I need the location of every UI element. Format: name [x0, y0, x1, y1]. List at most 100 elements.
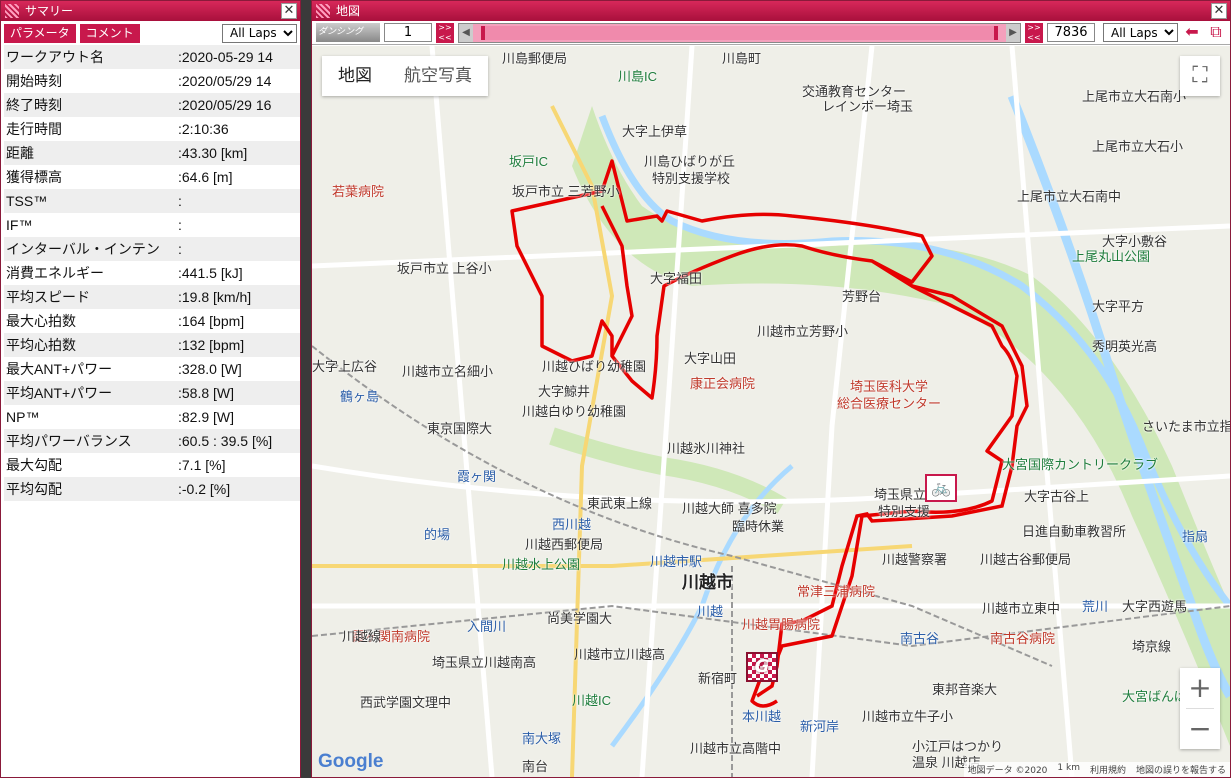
goal-marker[interactable]: G	[746, 652, 778, 682]
map-place-label[interactable]: 大字平方	[1092, 296, 1144, 315]
map-place-label[interactable]: 特別支援学校	[652, 168, 730, 187]
map-place-label[interactable]: 西武学園文理中	[360, 692, 451, 711]
external-link-icon[interactable]: ⧉	[1206, 22, 1226, 43]
map-place-label[interactable]: 康正会病院	[690, 373, 755, 392]
bike-start-marker[interactable]: 🚲	[925, 474, 957, 502]
map-place-label[interactable]: 新宿町	[698, 668, 737, 687]
map-type-roadmap[interactable]: 地図	[322, 56, 388, 96]
map-place-label[interactable]: 川島IC	[618, 66, 657, 85]
zoom-out-button[interactable]: −	[1180, 709, 1220, 749]
map-place-label[interactable]: 坂戸IC	[509, 151, 548, 170]
tab-parameters[interactable]: パラメータ	[4, 23, 76, 43]
step-back-icon[interactable]: <<	[1025, 32, 1043, 43]
map-place-label[interactable]: 臨時休業	[732, 516, 784, 535]
map-place-label[interactable]: 上尾市立大石小	[1092, 136, 1183, 155]
map-place-label[interactable]: 川越ひばり幼稚園	[542, 356, 646, 375]
map-place-label[interactable]: 川越水上公園	[502, 554, 580, 573]
map-place-label[interactable]: さいたま市立指	[1142, 416, 1230, 435]
map-titlebar[interactable]: 地図 ✕	[312, 1, 1230, 21]
map-view[interactable]: 川島郵便局 川島町 川島IC 交通教育センター レインボー埼玉 上尾市立大石南小 上尾市立大…	[312, 46, 1230, 777]
map-place-label[interactable]: 坂戸市立 上谷小	[397, 258, 492, 277]
map-place-label[interactable]: 川越市立牛子小	[862, 706, 953, 725]
map-place-label[interactable]: 坂戸市立 三芳野小	[512, 181, 620, 200]
slider-right-arrow-icon[interactable]: ▶	[1006, 23, 1020, 42]
end-stepper[interactable]: >> <<	[1025, 22, 1043, 43]
map-place-label[interactable]: 大字山田	[684, 348, 736, 367]
map-place-label[interactable]: 東邦音楽大	[932, 679, 997, 698]
map-place-label[interactable]: 上尾市立大石南中	[1017, 186, 1121, 205]
map-place-label[interactable]: 川越IC	[572, 690, 611, 709]
map-place-label[interactable]: 埼京線	[1132, 636, 1171, 655]
fullscreen-icon[interactable]: ⛶	[1180, 56, 1220, 96]
map-place-label[interactable]: 指扇	[1182, 526, 1208, 545]
terms-link[interactable]: 利用規約	[1090, 763, 1126, 776]
map-place-label[interactable]: 川越市立高階中	[690, 738, 781, 757]
map-place-label[interactable]: レインボー埼玉	[822, 96, 913, 115]
map-place-label[interactable]: 入間川	[467, 616, 506, 635]
map-place-label[interactable]: 荒川	[1082, 596, 1108, 615]
map-place-label[interactable]: 川越古谷郵便局	[980, 549, 1071, 568]
map-place-label[interactable]: 埼玉県立川越南高	[432, 652, 536, 671]
map-place-label[interactable]: 川越市	[682, 568, 733, 593]
map-place-label[interactable]: 大字上伊草	[622, 121, 687, 140]
slider-range-bar[interactable]	[481, 25, 998, 40]
range-slider[interactable]: ◀ ▶	[458, 22, 1021, 43]
map-place-label[interactable]: 川越市立名細小	[402, 361, 493, 380]
map-place-label[interactable]: 大宮ばんぱ	[1122, 686, 1187, 705]
map-place-label[interactable]: 川越胃腸病院	[742, 614, 820, 633]
map-place-label[interactable]: 大字西遊馬	[1122, 596, 1187, 615]
map-place-label[interactable]: 川越	[697, 601, 723, 620]
map-place-label[interactable]: 川島郵便局	[502, 48, 567, 67]
step-back-icon[interactable]: <<	[436, 32, 454, 43]
map-place-label[interactable]: 東武東上線	[587, 493, 652, 512]
step-forward-icon[interactable]: >>	[436, 22, 454, 33]
start-index-field[interactable]: 1	[384, 23, 432, 42]
map-place-label[interactable]: 大字福田	[650, 268, 702, 287]
map-place-label[interactable]: 上尾市立大石南小	[1082, 86, 1186, 105]
map-place-label[interactable]: 川越氷川神社	[667, 438, 745, 457]
map-place-label[interactable]: 川越市立芳野小	[757, 321, 848, 340]
map-place-label[interactable]: 大字鯨井	[538, 381, 590, 400]
map-place-label[interactable]: 的場	[424, 524, 450, 543]
close-icon[interactable]: ✕	[281, 3, 297, 19]
map-place-label[interactable]: 新河岸	[800, 716, 839, 735]
map-place-label[interactable]: 霞ヶ関	[457, 466, 496, 485]
drag-grip-icon[interactable]	[316, 4, 330, 18]
map-place-label[interactable]: 尚美学園大	[547, 608, 612, 627]
map-place-label[interactable]: 東京国際大	[427, 418, 492, 437]
summary-titlebar[interactable]: サマリー ✕	[1, 1, 300, 21]
map-place-label[interactable]: 西川越	[552, 514, 591, 533]
map-place-label[interactable]: 総合医療センター	[837, 393, 941, 412]
map-place-label[interactable]: 川越警察署	[882, 549, 947, 568]
back-arrow-icon[interactable]: ⬅	[1182, 22, 1202, 43]
map-place-label[interactable]: 本川越	[742, 706, 781, 725]
map-place-label[interactable]: 川越市立東中	[982, 598, 1060, 617]
map-place-label[interactable]: 大字上広谷	[312, 356, 377, 375]
map-place-label[interactable]: 南古谷病院	[990, 628, 1055, 647]
map-place-label[interactable]: 南台	[522, 756, 548, 775]
map-place-label[interactable]: 芳野台	[842, 286, 881, 305]
map-place-label[interactable]: 川島町	[722, 48, 761, 67]
close-icon[interactable]: ✕	[1211, 3, 1227, 19]
map-place-label[interactable]: 大宮国際カントリークラブ	[1002, 454, 1158, 473]
map-type-satellite[interactable]: 航空写真	[388, 56, 488, 96]
map-place-label[interactable]: 秀明英光高	[1092, 336, 1157, 355]
drag-grip-icon[interactable]	[5, 4, 19, 18]
lap-select[interactable]: All Laps	[222, 23, 297, 43]
map-place-label[interactable]: 若葉病院	[332, 181, 384, 200]
dancing-mode-button[interactable]: ダンシング	[316, 23, 380, 42]
map-place-label[interactable]: 川越大師 喜多院	[682, 498, 777, 517]
tab-comments[interactable]: コメント	[79, 23, 140, 43]
report-error-link[interactable]: 地図の誤りを報告する	[1136, 763, 1226, 776]
map-place-label[interactable]: 川越線	[342, 626, 381, 645]
end-index-field[interactable]: 7836	[1047, 23, 1095, 42]
map-lap-select[interactable]: All Laps	[1103, 23, 1178, 42]
map-place-label[interactable]: 南大塚	[522, 728, 561, 747]
map-place-label[interactable]: 常津三浦病院	[797, 581, 875, 600]
map-place-label[interactable]: 川越西郵便局	[525, 534, 603, 553]
map-place-label[interactable]: 川越市立川越高	[574, 644, 665, 663]
map-place-label[interactable]: 特別支援	[878, 501, 930, 520]
map-place-label[interactable]: 川越白ゆり幼稚園	[522, 401, 626, 420]
map-place-label[interactable]: 大字小敷谷	[1102, 231, 1167, 250]
map-place-label[interactable]: 大字古谷上	[1024, 486, 1089, 505]
